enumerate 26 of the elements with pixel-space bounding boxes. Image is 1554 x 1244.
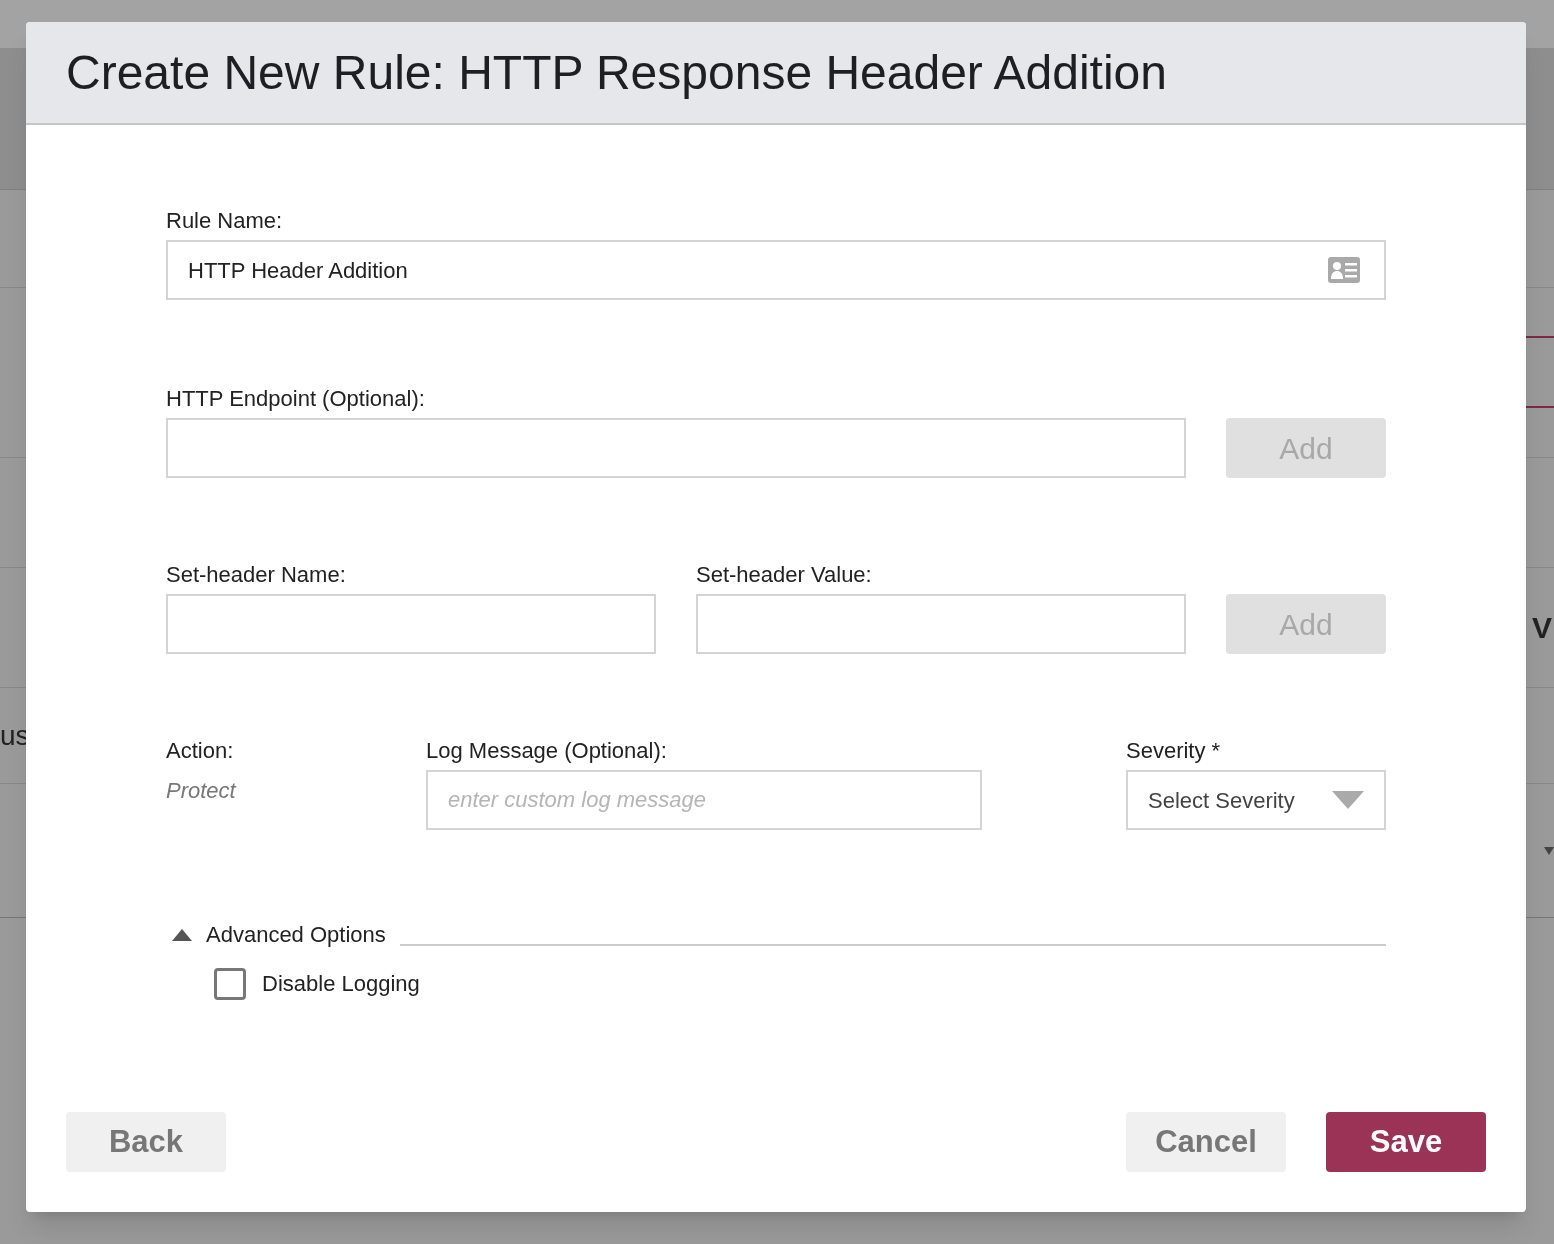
field-label: Rule Name: [166,210,284,232]
field-label: Action: [166,740,235,762]
field-label: Set-header Value: [696,564,873,586]
caret-icon [172,928,192,941]
disable-logging-checkbox[interactable]: Disable Logging [214,967,420,1000]
field-label: Severity * [1126,740,1222,762]
severity-dropdown[interactable]: Select Severity [1126,770,1386,830]
checkbox[interactable] [214,967,246,1000]
header-name-field[interactable] [166,594,656,654]
field-label: Log Message (Optional): [426,740,668,762]
advanced-options-toggle[interactable]: Advanced Options [172,918,386,951]
endpoint-field[interactable] [166,418,1186,478]
header-value-field[interactable] [696,594,1186,654]
contact-card-icon [1328,257,1360,283]
save-button[interactable]: Save [1326,1112,1486,1172]
log-message-field[interactable]: enter custom log message [426,770,982,830]
field-label: Set-header Name: [166,564,347,586]
dropdown-caret-icon [1332,791,1364,809]
action-value: Protect [166,777,238,805]
dialog-title: Create New Rule: HTTP Response Header Addition [66,44,1167,101]
secondary-button[interactable]: Cancel [1126,1112,1286,1172]
secondary-button[interactable]: Back [66,1112,226,1172]
field-label: HTTP Endpoint (Optional): [166,388,426,410]
rule-name-field[interactable]: HTTP Header Addition [166,240,1386,300]
column-heading: V [1532,610,1553,646]
caret-icon [1544,846,1554,855]
